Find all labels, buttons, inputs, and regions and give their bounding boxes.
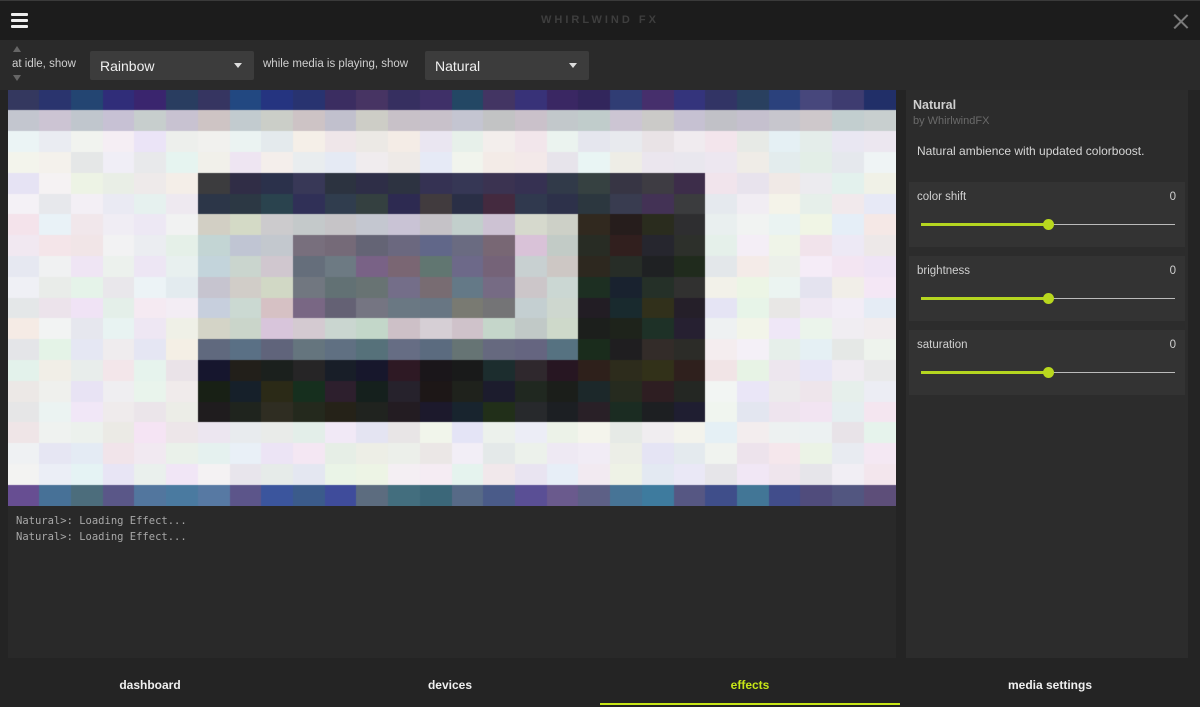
effect-settings-panel: Natural by WhirlwindFX Natural ambience … (906, 90, 1188, 658)
saturation-slider[interactable] (921, 367, 1175, 378)
tab-dashboard[interactable]: dashboard (0, 658, 300, 707)
tab-media-settings[interactable]: media settings (900, 658, 1200, 707)
slider-label: saturation (917, 339, 968, 351)
bottom-navigation: dashboard devices effects media settings (0, 658, 1200, 707)
slider-value: 0 (1169, 265, 1176, 277)
color-shift-slider[interactable] (921, 219, 1175, 230)
arrow-down-icon[interactable] (13, 75, 21, 81)
playing-effect-select[interactable]: Natural (425, 51, 589, 80)
slider-fill (921, 223, 1048, 226)
app-window: WHIRLWIND FX at idle, show Rainbow while… (0, 0, 1200, 707)
chevron-down-icon (234, 63, 242, 68)
effect-description: Natural ambience with updated colorboost… (917, 144, 1145, 158)
playing-label: while media is playing, show (263, 58, 409, 70)
slider-value: 0 (1169, 191, 1176, 203)
idle-effect-select[interactable]: Rainbow (90, 51, 254, 80)
slider-thumb[interactable] (1043, 219, 1054, 230)
arrow-up-icon[interactable] (13, 46, 21, 52)
slider-label: brightness (917, 265, 971, 277)
idle-effect-value: Rainbow (100, 58, 155, 74)
effect-name: Natural (913, 98, 957, 112)
tab-effects[interactable]: effects (600, 658, 900, 707)
playing-effect-value: Natural (435, 58, 481, 74)
slider-fill (921, 297, 1048, 300)
brightness-slider[interactable] (921, 293, 1175, 304)
console-line: Natural>: Loading Effect... (16, 515, 187, 527)
slider-value: 0 (1169, 339, 1176, 351)
slider-label: color shift (917, 191, 967, 203)
chevron-down-icon (569, 63, 577, 68)
toolbar: at idle, show Rainbow while media is pla… (0, 40, 1200, 90)
saturation-control: saturation 0 (909, 330, 1185, 395)
title-bar: WHIRLWIND FX (0, 0, 1200, 40)
slider-fill (921, 371, 1048, 374)
pixelated-preview-image (8, 90, 896, 506)
console-log: Natural>: Loading Effect... Natural>: Lo… (8, 506, 896, 658)
brightness-control: brightness 0 (909, 256, 1185, 321)
app-title: WHIRLWIND FX (541, 14, 659, 26)
effect-author: by WhirlwindFX (913, 115, 990, 127)
console-line: Natural>: Loading Effect... (16, 531, 187, 543)
slider-thumb[interactable] (1043, 293, 1054, 304)
effect-preview (8, 90, 896, 506)
active-tab-indicator (600, 703, 900, 705)
color-shift-control: color shift 0 (909, 182, 1185, 247)
idle-label: at idle, show (12, 58, 76, 70)
slider-thumb[interactable] (1043, 367, 1054, 378)
close-icon[interactable] (1173, 14, 1188, 29)
tab-devices[interactable]: devices (300, 658, 600, 707)
